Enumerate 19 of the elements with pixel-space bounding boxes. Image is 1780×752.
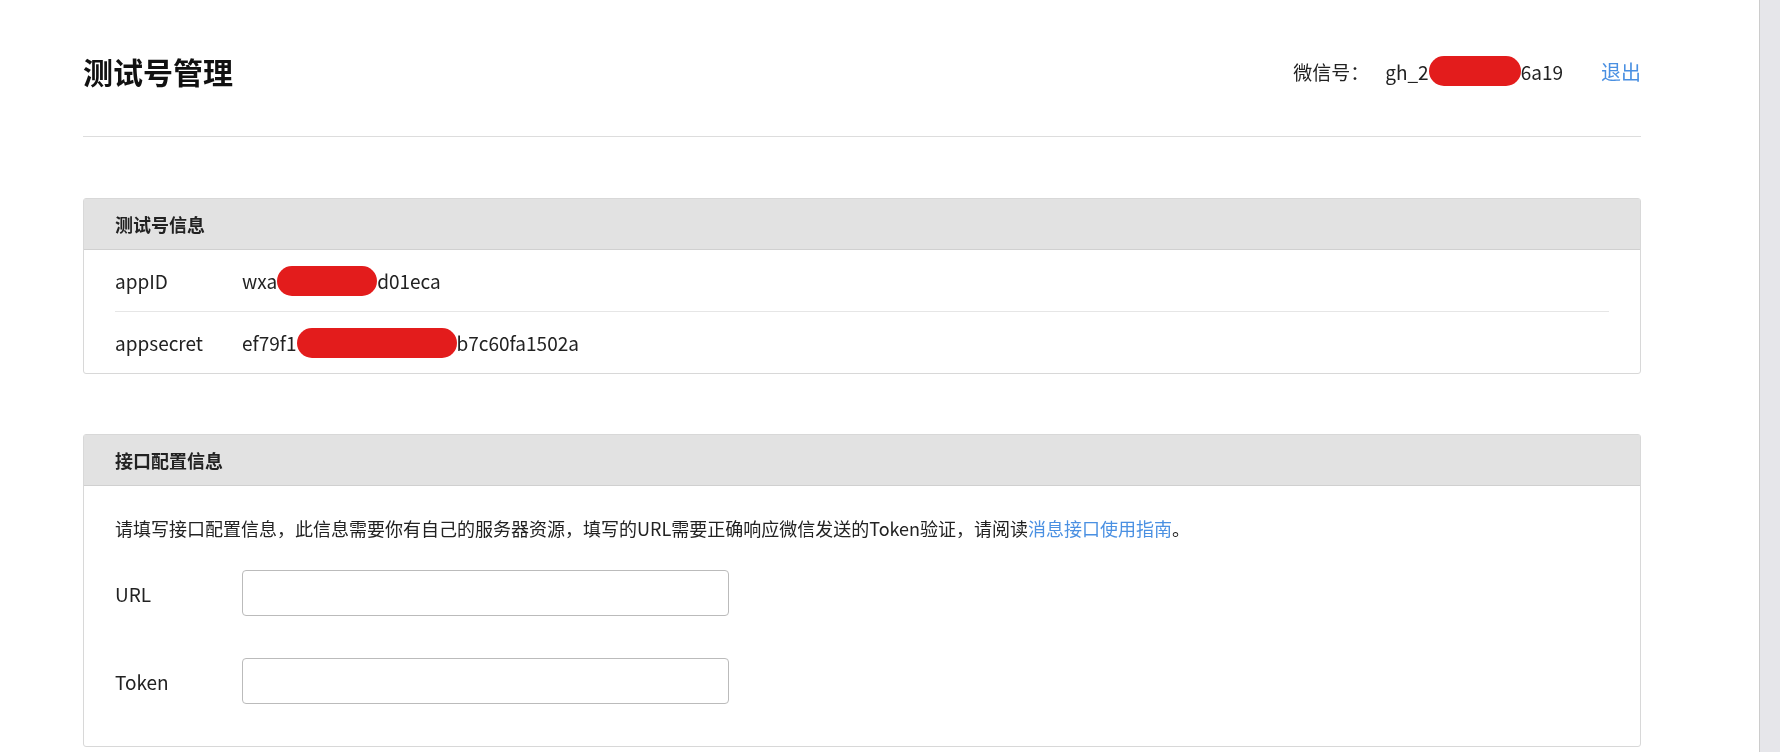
logout-link[interactable]: 退出 <box>1601 56 1641 86</box>
instruction-text: 请填写接口配置信息，此信息需要你有自己的服务器资源，填写的URL需要正确响应微信发送的Token验证，请阅读消息接口使用指南。 <box>115 514 1192 543</box>
field-label: appID <box>115 267 169 294</box>
account-label: 微信号： <box>1293 57 1370 85</box>
field-label: appsecret <box>115 329 204 356</box>
guide-link[interactable]: 消息接口使用指南 <box>1028 515 1173 541</box>
field-value-start: wxa <box>242 267 278 294</box>
panel-header: 接口配置信息 <box>84 435 1640 486</box>
field-label: URL <box>115 579 153 607</box>
page-title: 测试号管理 <box>83 49 233 93</box>
field-value-end: d01eca <box>377 267 441 294</box>
text-field[interactable] <box>242 658 729 704</box>
panel-header: 测试号信息 <box>84 199 1640 250</box>
account-id-start: gh_2 <box>1385 57 1429 85</box>
field-label: Token <box>115 667 170 695</box>
account-id-end: 6a19 <box>1520 57 1563 85</box>
text-field[interactable] <box>242 570 729 616</box>
field-value-end: b7c60fa1502a <box>456 329 579 356</box>
field-value-start: ef79f1 <box>242 329 297 356</box>
